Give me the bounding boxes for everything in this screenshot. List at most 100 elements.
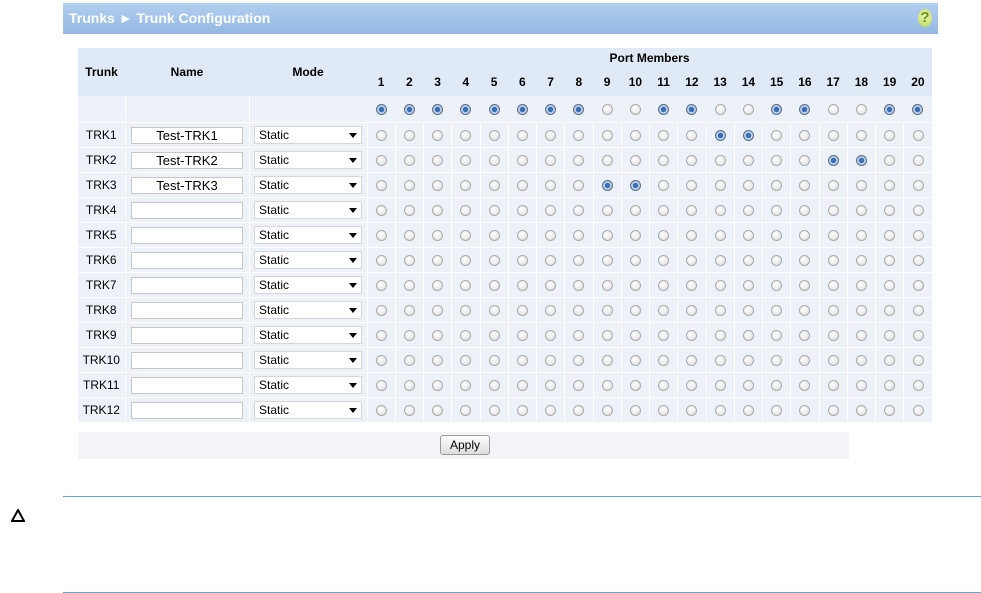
port-radio-4[interactable] — [460, 155, 472, 167]
port-radio-15[interactable] — [771, 230, 783, 242]
port-radio-16[interactable] — [799, 130, 811, 142]
all-port-radio-8[interactable] — [573, 104, 585, 116]
port-radio-2[interactable] — [403, 155, 415, 167]
port-radio-13[interactable] — [714, 330, 726, 342]
port-radio-5[interactable] — [488, 180, 500, 192]
port-radio-6[interactable] — [516, 230, 528, 242]
port-radio-1[interactable] — [375, 180, 387, 192]
port-radio-16[interactable] — [799, 380, 811, 392]
port-radio-17[interactable] — [827, 380, 839, 392]
mode-select[interactable]: Static — [254, 326, 362, 344]
port-radio-18[interactable] — [855, 380, 867, 392]
port-radio-1[interactable] — [375, 330, 387, 342]
all-port-radio-18[interactable] — [855, 104, 867, 116]
port-radio-20[interactable] — [912, 355, 924, 367]
port-radio-2[interactable] — [403, 280, 415, 292]
port-radio-19[interactable] — [884, 180, 896, 192]
port-radio-17[interactable] — [827, 355, 839, 367]
trunk-name-input[interactable]: Test-TRK3 — [131, 176, 243, 194]
port-radio-15[interactable] — [771, 130, 783, 142]
all-port-radio-17[interactable] — [827, 104, 839, 116]
port-radio-13[interactable] — [714, 205, 726, 217]
port-radio-19[interactable] — [884, 155, 896, 167]
port-radio-5[interactable] — [488, 230, 500, 242]
port-radio-7[interactable] — [545, 230, 557, 242]
port-radio-6[interactable] — [516, 180, 528, 192]
port-radio-11[interactable] — [658, 205, 670, 217]
port-radio-14[interactable] — [742, 230, 754, 242]
port-radio-10[interactable] — [629, 180, 641, 192]
port-radio-19[interactable] — [884, 355, 896, 367]
port-radio-1[interactable] — [375, 155, 387, 167]
mode-select[interactable]: Static — [254, 201, 362, 219]
all-port-radio-1[interactable] — [375, 104, 387, 116]
port-radio-11[interactable] — [658, 330, 670, 342]
port-radio-9[interactable] — [601, 280, 613, 292]
port-radio-20[interactable] — [912, 230, 924, 242]
port-radio-7[interactable] — [545, 130, 557, 142]
port-radio-2[interactable] — [403, 255, 415, 267]
port-radio-17[interactable] — [827, 280, 839, 292]
port-radio-4[interactable] — [460, 305, 472, 317]
port-radio-19[interactable] — [884, 280, 896, 292]
port-radio-7[interactable] — [545, 380, 557, 392]
port-radio-9[interactable] — [601, 405, 613, 417]
port-radio-6[interactable] — [516, 380, 528, 392]
all-port-radio-6[interactable] — [516, 104, 528, 116]
port-radio-11[interactable] — [658, 380, 670, 392]
port-radio-1[interactable] — [375, 280, 387, 292]
mode-select[interactable]: Static — [254, 376, 362, 394]
all-port-radio-11[interactable] — [658, 104, 670, 116]
port-radio-15[interactable] — [771, 280, 783, 292]
port-radio-7[interactable] — [545, 180, 557, 192]
port-radio-19[interactable] — [884, 305, 896, 317]
port-radio-17[interactable] — [827, 205, 839, 217]
port-radio-9[interactable] — [601, 230, 613, 242]
trunk-name-input[interactable] — [131, 326, 243, 344]
port-radio-4[interactable] — [460, 280, 472, 292]
port-radio-12[interactable] — [686, 330, 698, 342]
port-radio-18[interactable] — [855, 155, 867, 167]
mode-select[interactable]: Static — [254, 351, 362, 369]
all-port-radio-10[interactable] — [629, 104, 641, 116]
port-radio-8[interactable] — [573, 155, 585, 167]
port-radio-8[interactable] — [573, 380, 585, 392]
port-radio-15[interactable] — [771, 180, 783, 192]
all-port-radio-5[interactable] — [488, 104, 500, 116]
all-port-radio-16[interactable] — [799, 104, 811, 116]
port-radio-7[interactable] — [545, 255, 557, 267]
port-radio-2[interactable] — [403, 130, 415, 142]
port-radio-4[interactable] — [460, 230, 472, 242]
port-radio-9[interactable] — [601, 180, 613, 192]
port-radio-10[interactable] — [629, 305, 641, 317]
port-radio-1[interactable] — [375, 355, 387, 367]
port-radio-18[interactable] — [855, 405, 867, 417]
port-radio-15[interactable] — [771, 380, 783, 392]
port-radio-20[interactable] — [912, 330, 924, 342]
port-radio-15[interactable] — [771, 355, 783, 367]
port-radio-9[interactable] — [601, 155, 613, 167]
port-radio-11[interactable] — [658, 405, 670, 417]
port-radio-14[interactable] — [742, 130, 754, 142]
port-radio-16[interactable] — [799, 280, 811, 292]
port-radio-3[interactable] — [432, 355, 444, 367]
apply-button[interactable]: Apply — [440, 435, 490, 455]
all-port-radio-12[interactable] — [686, 104, 698, 116]
port-radio-7[interactable] — [545, 330, 557, 342]
port-radio-5[interactable] — [488, 205, 500, 217]
port-radio-16[interactable] — [799, 230, 811, 242]
port-radio-20[interactable] — [912, 305, 924, 317]
port-radio-6[interactable] — [516, 205, 528, 217]
port-radio-7[interactable] — [545, 155, 557, 167]
all-port-radio-19[interactable] — [884, 104, 896, 116]
port-radio-19[interactable] — [884, 130, 896, 142]
port-radio-12[interactable] — [686, 155, 698, 167]
mode-select[interactable]: Static — [254, 251, 362, 269]
port-radio-8[interactable] — [573, 355, 585, 367]
help-icon[interactable]: ? — [918, 9, 932, 27]
port-radio-12[interactable] — [686, 405, 698, 417]
port-radio-8[interactable] — [573, 255, 585, 267]
port-radio-19[interactable] — [884, 380, 896, 392]
port-radio-5[interactable] — [488, 130, 500, 142]
port-radio-12[interactable] — [686, 130, 698, 142]
